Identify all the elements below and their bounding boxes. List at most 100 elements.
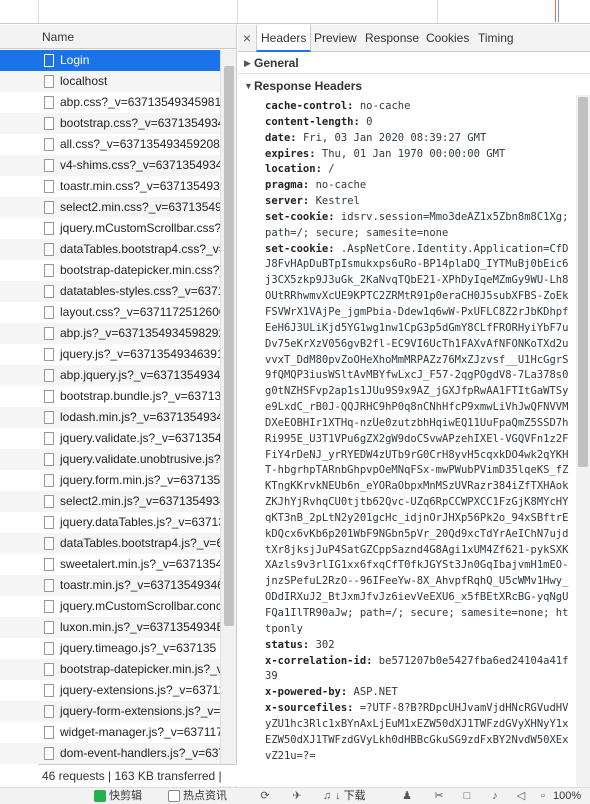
request-row[interactable]: toastr.min.js?_v=63713549346 <box>0 575 220 596</box>
request-row[interactable]: dataTables.bootstrap4.css?_v= <box>0 239 220 260</box>
header-row: set-cookie: idsrv.session=Mmo3deAZ1x5Zbn… <box>265 210 574 242</box>
tab-headers[interactable]: Headers <box>256 25 312 52</box>
file-icon <box>44 138 54 151</box>
request-name: sweetalert.min.js?_v=63713549 <box>60 557 220 571</box>
scrollbar-thumb[interactable] <box>578 97 588 467</box>
general-section-toggle[interactable]: ▶ General <box>238 53 590 74</box>
request-name: Login <box>60 53 90 67</box>
request-row[interactable]: jquery.js?_v=637135493463911 <box>0 344 220 365</box>
request-row[interactable]: luxon.min.js?_v=6371354934E <box>0 617 220 638</box>
file-icon <box>44 621 54 634</box>
taskbar-label: 下载 <box>343 790 366 802</box>
header-value: no-cache <box>359 100 411 112</box>
mute-icon[interactable]: ◁ <box>514 789 528 803</box>
request-name: toastr.min.css?_v=637135493 <box>60 179 220 193</box>
timeline-dcl-marker <box>558 0 559 22</box>
screenshot-icon[interactable]: ✂ <box>432 789 446 803</box>
request-row[interactable]: v4-shims.css?_v=63713549345 <box>0 155 220 176</box>
request-row[interactable]: sweetalert.min.js?_v=63713549 <box>0 554 220 575</box>
request-row[interactable]: bootstrap-datepicker.min.css?_ <box>0 260 220 281</box>
scrollbar-thumb[interactable] <box>224 66 234 626</box>
request-row[interactable]: dom-event-handlers.js?_v=637 <box>0 743 220 764</box>
header-value: no-cache <box>315 179 367 192</box>
header-row: location: / <box>265 162 574 178</box>
request-name: bootstrap-datepicker.min.js?_v <box>60 662 220 676</box>
header-row: date: Fri, 03 Jan 2020 08:39:27 GMT <box>265 131 574 147</box>
tab-response[interactable]: Response <box>361 25 423 52</box>
request-row[interactable]: jquery-form-extensions.js?_v= <box>0 701 220 722</box>
request-name: jquery.validate.js?_v=6371354 <box>60 431 220 445</box>
request-row[interactable]: datatables-styles.css?_v=6371 <box>0 281 220 302</box>
file-icon <box>44 579 54 592</box>
request-row[interactable]: jquery.validate.unobtrusive.js?_ <box>0 449 220 470</box>
kuaijianji-item[interactable]: 快剪辑 <box>94 789 142 804</box>
close-icon[interactable]: × <box>240 30 254 46</box>
tab-cookies[interactable]: Cookies <box>422 25 473 52</box>
window-icon[interactable]: □ <box>460 789 474 803</box>
request-row[interactable]: Login <box>0 50 220 71</box>
request-detail-panel: × Headers Preview Response Cookies Timin… <box>238 25 590 787</box>
header-value: Kestrel <box>315 195 360 208</box>
headers-view: ▶ General ▼ Response Headers cache-contr… <box>238 53 590 787</box>
download-item[interactable]: ↓ 下载 <box>335 789 366 804</box>
request-row[interactable]: dataTables.bootstrap4.js?_v=6 <box>0 533 220 554</box>
timeline-gridline <box>38 0 39 23</box>
request-name: jquery.form.min.js?_v=637135 <box>60 473 220 487</box>
timeline-gridline <box>237 0 238 23</box>
header-key: set-cookie: <box>265 210 335 223</box>
file-icon <box>44 684 54 697</box>
header-key: content-length: <box>265 115 360 128</box>
request-row[interactable]: layout.css?_v=6371172512600 <box>0 302 220 323</box>
name-column-header[interactable]: Name <box>0 25 236 49</box>
request-row[interactable]: localhost <box>0 71 220 92</box>
volume-icon[interactable]: ♪ <box>488 789 502 803</box>
header-row: content-length: 0 <box>265 115 574 131</box>
request-row[interactable]: jquery-extensions.js?_v=63711 <box>0 680 220 701</box>
tab-preview[interactable]: Preview <box>310 25 361 52</box>
request-row[interactable]: select2.min.js?_v=6371354934 <box>0 491 220 512</box>
zoom-level[interactable]: 100% <box>553 789 581 804</box>
header-key: status: <box>265 638 310 651</box>
request-row[interactable]: select2.min.css?_v=63713549 <box>0 197 220 218</box>
detail-scrollbar[interactable] <box>576 95 590 787</box>
request-name: v4-shims.css?_v=63713549345 <box>60 158 220 172</box>
request-row[interactable]: bootstrap.css?_v=637135493459 <box>0 113 220 134</box>
request-row[interactable]: jquery.form.min.js?_v=637135 <box>0 470 220 491</box>
file-icon <box>44 453 54 466</box>
request-row[interactable]: toastr.min.css?_v=637135493 <box>0 176 220 197</box>
file-icon <box>44 222 54 235</box>
header-key: set-cookie: <box>265 242 335 255</box>
grid-icon <box>168 790 180 803</box>
request-name: select2.min.js?_v=6371354934 <box>60 494 220 508</box>
pin-icon[interactable]: ✈ <box>290 789 304 803</box>
request-row[interactable]: abp.jquery.js?_v=637135493459 <box>0 365 220 386</box>
request-row[interactable]: bootstrap.bundle.js?_v=637135 <box>0 386 220 407</box>
request-row[interactable]: jquery.dataTables.js?_v=6371354 <box>0 512 220 533</box>
zoom-icon[interactable]: ▫ <box>536 789 550 803</box>
request-row[interactable]: jquery.mCustomScrollbar.conc <box>0 596 220 617</box>
file-icon <box>44 747 54 760</box>
sync-icon[interactable]: ⟳ <box>258 789 272 803</box>
request-row[interactable]: jquery.validate.js?_v=6371354 <box>0 428 220 449</box>
file-icon <box>44 642 54 655</box>
clean-icon[interactable]: ♟ <box>400 789 414 803</box>
request-name: jquery-extensions.js?_v=63711 <box>60 683 220 697</box>
network-timeline[interactable] <box>0 0 590 24</box>
request-row[interactable]: widget-manager.js?_v=637117 <box>0 722 220 743</box>
request-name: jquery.mCustomScrollbar.conc <box>60 599 220 613</box>
request-row[interactable]: all.css?_v=6371354934592087 <box>0 134 220 155</box>
response-headers-section-toggle[interactable]: ▼ Response Headers <box>238 76 590 96</box>
header-row: x-powered-by: ASP.NET <box>265 685 574 701</box>
request-row[interactable]: lodash.min.js?_v=6371354934 <box>0 407 220 428</box>
request-row[interactable]: jquery.timeago.js?_v=637135 <box>0 638 220 659</box>
request-row[interactable]: abp.js?_v=6371354934598292 <box>0 323 220 344</box>
speaker-icon[interactable]: ♫ <box>320 789 334 803</box>
request-name: jquery.timeago.js?_v=637135 <box>60 641 217 655</box>
file-icon <box>44 705 54 718</box>
hot-news-item[interactable]: 热点资讯 <box>168 789 227 804</box>
request-row[interactable]: jquery.mCustomScrollbar.css?_ <box>0 218 220 239</box>
request-row[interactable]: abp.css?_v=637135493459819 <box>0 92 220 113</box>
request-row[interactable]: bootstrap-datepicker.min.js?_v <box>0 659 220 680</box>
tab-timing[interactable]: Timing <box>474 25 518 52</box>
request-list-scrollbar[interactable] <box>220 50 236 787</box>
